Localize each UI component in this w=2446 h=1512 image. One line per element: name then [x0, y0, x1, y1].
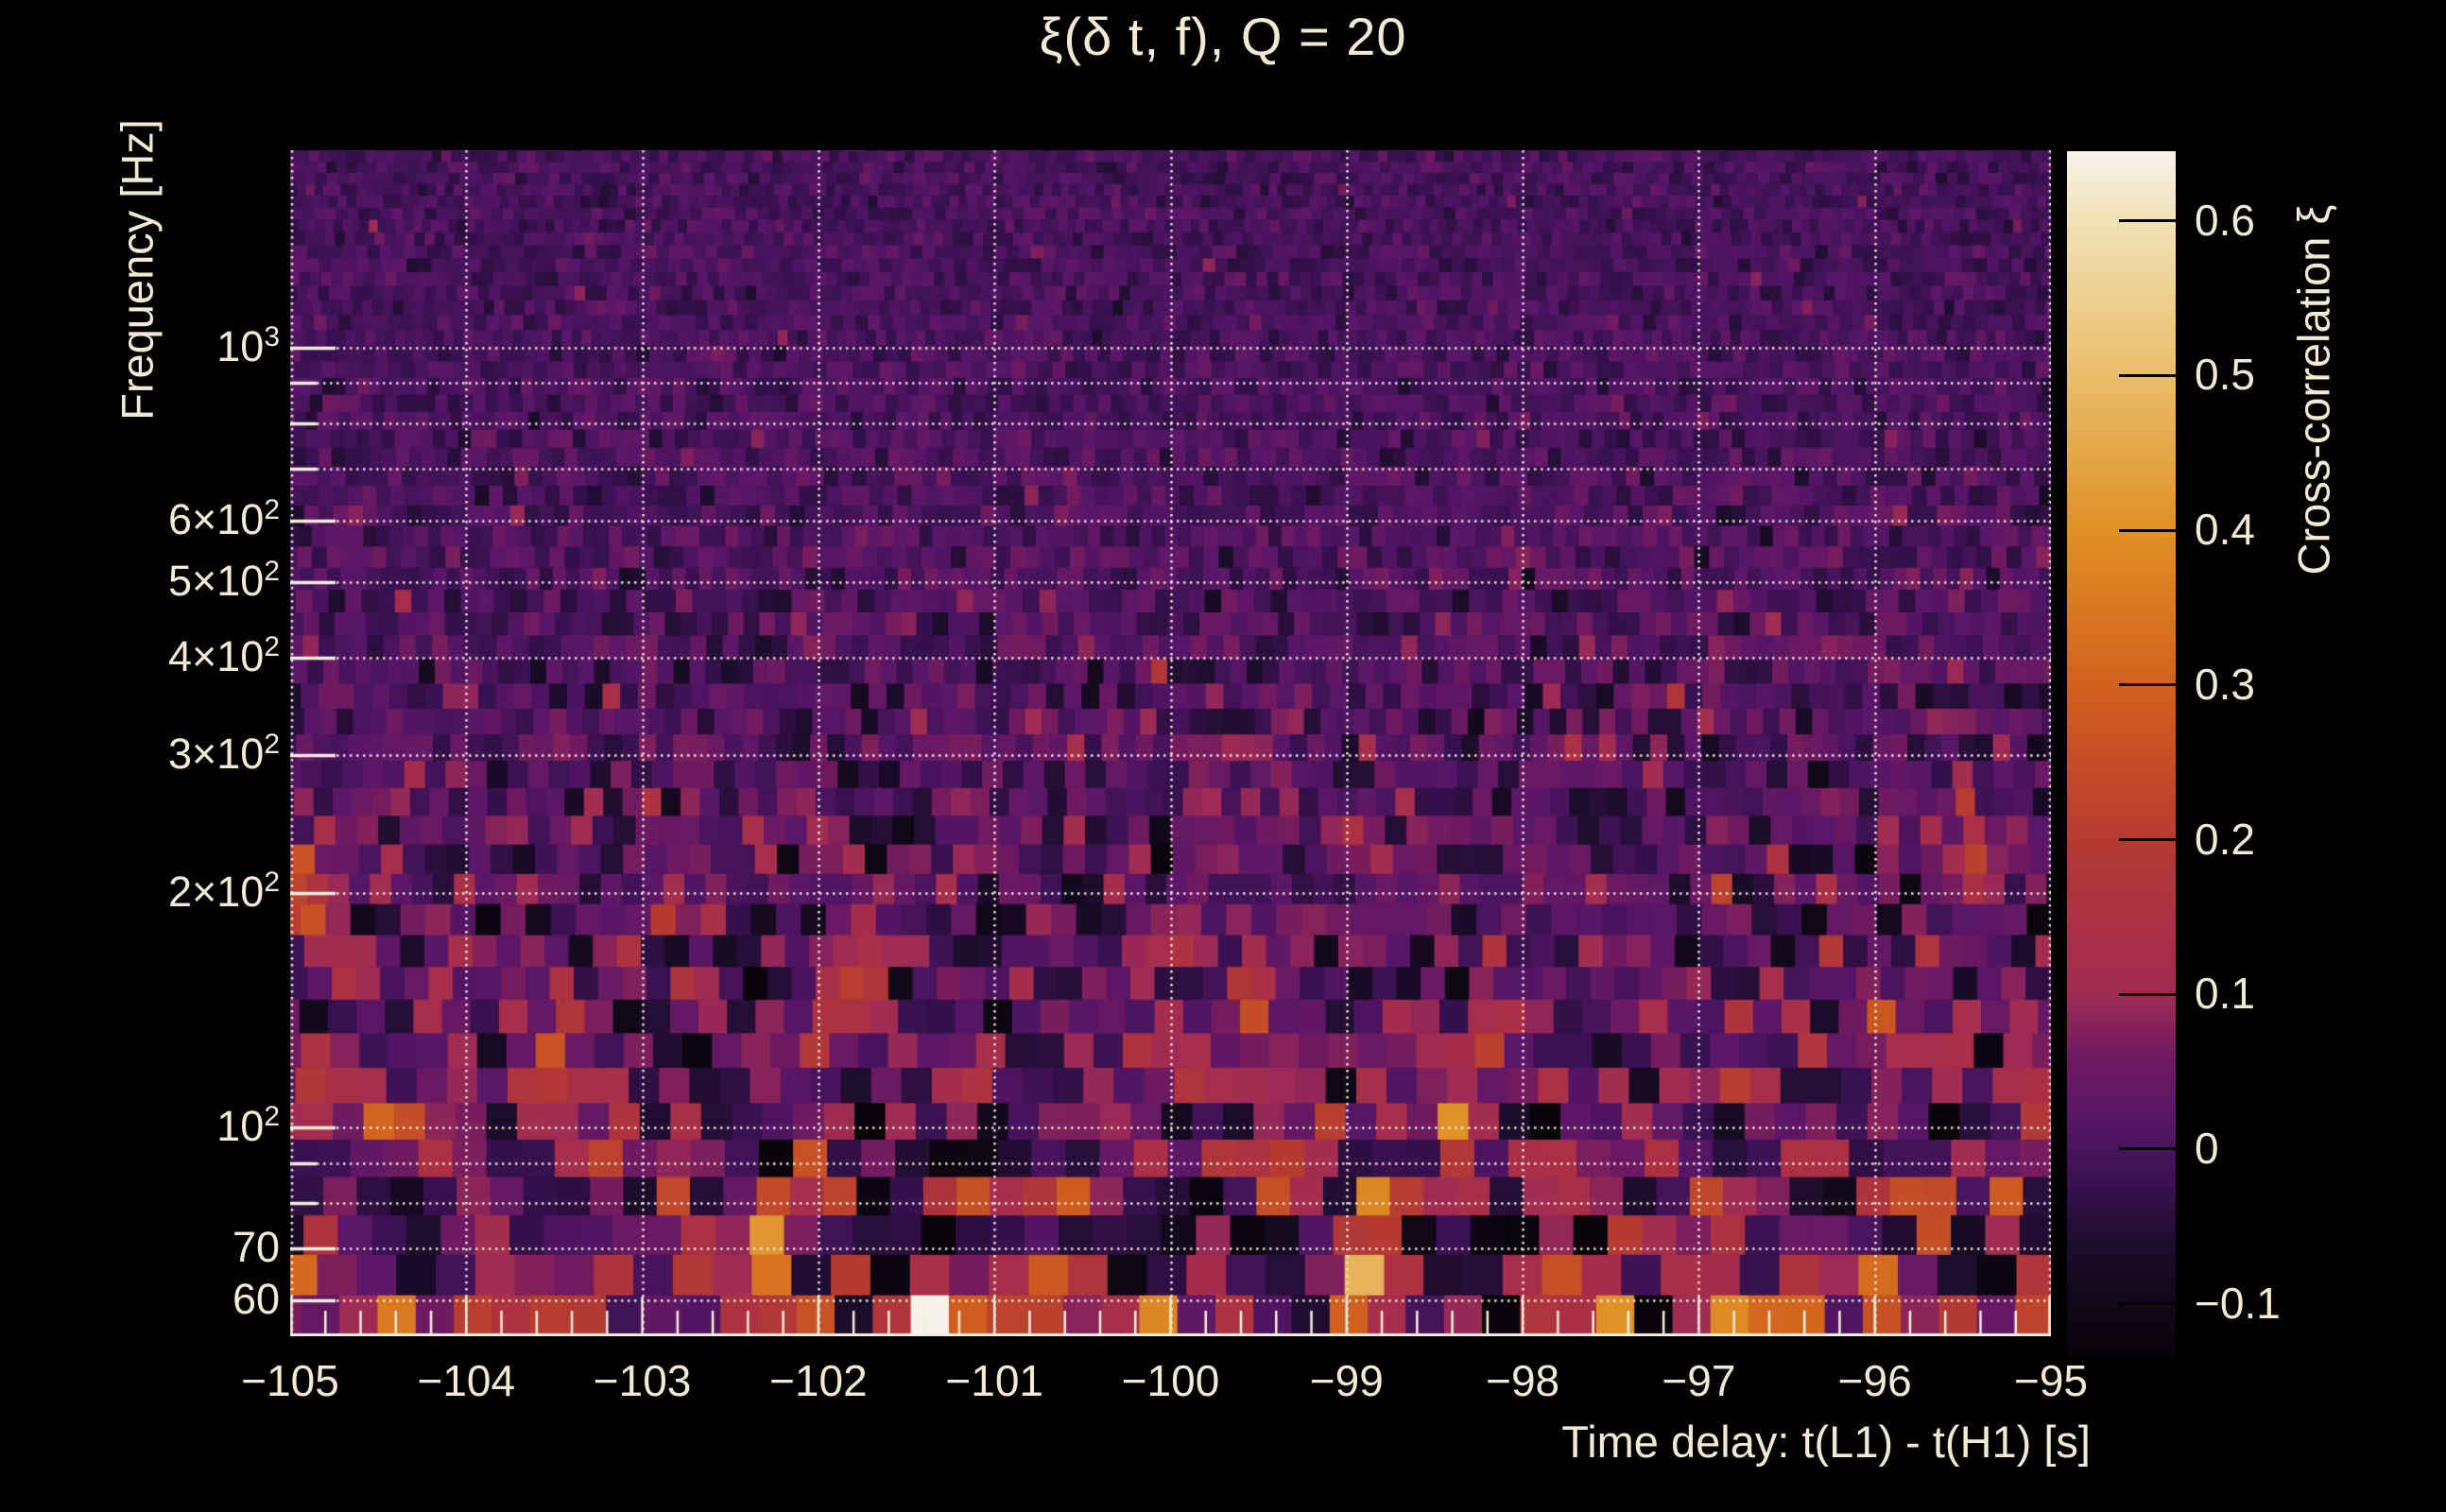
y-tick-label: 4×102	[167, 631, 280, 681]
colorbar-tick-label: 0.3	[2195, 659, 2255, 709]
y-tick-exponent: 2	[264, 631, 280, 663]
colorbar-tick-label: 0.4	[2195, 505, 2255, 555]
colorbar-tick-label: 0	[2195, 1123, 2219, 1173]
y-tick-label: 3×102	[167, 729, 280, 779]
colorbar-tick-label: −0.1	[2195, 1278, 2281, 1328]
colorbar-tick-mark	[2119, 683, 2176, 687]
colorbar-tick-mark	[2119, 992, 2176, 996]
y-tick-label: 103	[216, 320, 280, 370]
y-tick-label: 6×102	[167, 493, 280, 543]
x-axis-title: Time delay: t(L1) - t(H1) [s]	[1561, 1417, 2091, 1467]
y-tick-label: 5×102	[167, 556, 280, 606]
colorbar-tick-label: 0.1	[2195, 969, 2255, 1019]
colorbar-title: Cross-correlation ξ	[2288, 204, 2339, 576]
colorbar-tick-mark	[2119, 1147, 2176, 1151]
y-tick-label: 60	[232, 1275, 280, 1324]
colorbar-tick-mark	[2119, 219, 2176, 223]
y-tick-exponent: 2	[264, 729, 280, 761]
colorbar-tick-mark	[2119, 528, 2176, 532]
colorbar-gradient	[2067, 151, 2176, 1358]
y-tick-label: 102	[216, 1101, 280, 1151]
colorbar-tick-mark	[2119, 838, 2176, 842]
y-tick-exponent: 2	[264, 1101, 280, 1133]
plot-title: ξ(δ t, f), Q = 20	[1039, 7, 1407, 66]
y-tick-exponent: 2	[264, 556, 280, 588]
y-tick-exponent: 2	[264, 493, 280, 525]
x-tick-label: −95	[2013, 1356, 2089, 1405]
y-tick-exponent: 2	[264, 866, 280, 898]
figure-canvas: ξ(δ t, f), Q = 20 Frequency [Hz] 103 6×10…	[0, 0, 2446, 1512]
colorbar-tick-label: 0.2	[2195, 814, 2255, 864]
colorbar-tick-mark	[2119, 373, 2176, 377]
y-tick-label: 2×102	[167, 866, 280, 916]
y-tick-exponent: 3	[264, 320, 280, 352]
colorbar-tick-label: 0.6	[2195, 195, 2255, 245]
qscan-heatmap	[290, 150, 2051, 1336]
colorbar-tick-label: 0.5	[2195, 350, 2255, 400]
colorbar-tick-mark	[2119, 1302, 2176, 1306]
y-tick-label: 70	[232, 1222, 280, 1271]
